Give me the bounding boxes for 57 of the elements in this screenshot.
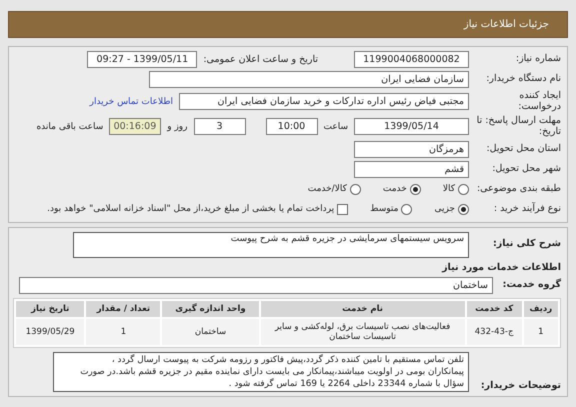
province-field: هرمزگان bbox=[354, 140, 469, 158]
announce-date-field: 1399/05/11 - 09:27 bbox=[87, 51, 198, 68]
checkbox[interactable] bbox=[337, 204, 348, 215]
remaining-time-field: 00:16:09 bbox=[109, 118, 162, 136]
field-label: گروه خدمت: bbox=[502, 280, 561, 291]
creator-field: مجتبی فیاض رئیس اداره تدارکات و خرید سازمان فضایی ایران bbox=[179, 93, 469, 110]
service-group-field: ساختمان bbox=[19, 276, 493, 294]
table-cell: ساختمان bbox=[162, 318, 259, 345]
radio-button[interactable] bbox=[401, 204, 412, 215]
column-header: نام خدمت bbox=[260, 300, 465, 317]
column-header: کد خدمت bbox=[466, 300, 522, 317]
field-label: مهلت ارسال پاسخ: تا تاریخ: bbox=[476, 116, 561, 138]
field-label: ساعت باقی مانده bbox=[36, 122, 104, 132]
table-cell: ج-43-432 bbox=[466, 318, 522, 345]
field-label: شماره نیاز: bbox=[514, 54, 561, 65]
header-title: جزئیات اطلاعات نیاز bbox=[8, 11, 568, 38]
radio-button[interactable] bbox=[350, 184, 361, 195]
column-header: تاریخ نیاز bbox=[16, 300, 84, 317]
buyer-org-field: سازمان فضایی ایران bbox=[149, 71, 469, 88]
field-label: توضیحات خریدار: bbox=[480, 380, 561, 392]
field-label: شهر محل تحویل: bbox=[491, 164, 561, 175]
deadline-time-field: 10:00 bbox=[266, 118, 318, 136]
radio-button[interactable] bbox=[458, 184, 469, 195]
column-header: واحد اندازه گیری bbox=[162, 300, 259, 317]
radio-button[interactable] bbox=[458, 204, 469, 215]
note-line: سؤال با شماره 23344 داخلی 2264 یا 169 تماس گرفته شود . bbox=[228, 378, 464, 390]
column-header: ردیف bbox=[524, 300, 558, 317]
buyer-contact-link[interactable]: اطلاعات تماس خریدار bbox=[90, 96, 173, 107]
field-label: ساعت bbox=[324, 122, 348, 132]
column-header: تعداد / مقدار bbox=[86, 300, 160, 317]
option-label: کالا/خدمت bbox=[308, 184, 347, 194]
table-cell: 1 bbox=[524, 318, 558, 345]
option-label: خدمت bbox=[382, 184, 407, 194]
field-label: ایجاد کننده درخواست: bbox=[517, 91, 561, 113]
note-line: تلفن تماس مستقیم با تامین کننده ذکر گردد،پیش فاکتور و رزومه شرکت به پیوست ارسال گردد ، bbox=[110, 354, 464, 366]
field-label: استان محل تحویل: bbox=[485, 144, 561, 155]
option-label: کالا bbox=[442, 184, 455, 194]
table-cell: 1 bbox=[86, 318, 160, 345]
description-field: سرویس سیستمهای سرمایشی در جزیره قشم به شرح پیوست bbox=[73, 232, 469, 258]
city-field: قشم bbox=[354, 160, 469, 178]
deadline-date-field: 1399/05/14 bbox=[354, 118, 469, 136]
need-number-field: 1199004068000082 bbox=[354, 51, 469, 68]
field-label: روز و bbox=[167, 122, 188, 132]
table-cell: 1399/05/29 bbox=[16, 318, 84, 345]
option-label: پرداخت تمام یا بخشی از مبلغ خرید،از محل "اسناد خزانه اسلامی" خواهد بود. bbox=[47, 204, 334, 214]
section-heading: اطلاعات خدمات مورد نیاز bbox=[440, 262, 561, 273]
option-label: جزیی bbox=[434, 204, 455, 214]
field-label: نوع فرآیند خرید : bbox=[492, 204, 561, 215]
days-field: 3 bbox=[194, 118, 246, 136]
field-label: تاریخ و ساعت اعلان عمومی: bbox=[203, 54, 318, 65]
option-label: متوسط bbox=[370, 204, 398, 214]
field-label: نام دستگاه خریدار: bbox=[485, 74, 561, 85]
radio-button[interactable] bbox=[410, 184, 421, 195]
field-label: شرح کلی نیاز: bbox=[492, 239, 561, 250]
note-line: پیمانکاران بومی در اولویت میباشند،پیمانکار می بایست دارای نماینده مقیم در جزیره قشم باشد.در صورت bbox=[79, 366, 464, 378]
field-label: طبقه بندی موضوعی: bbox=[476, 184, 561, 195]
table-cell: فعالیت‌های نصب تاسیسات برق، لوله‌کشی و سایر تاسیسات ساختمان bbox=[260, 318, 465, 345]
